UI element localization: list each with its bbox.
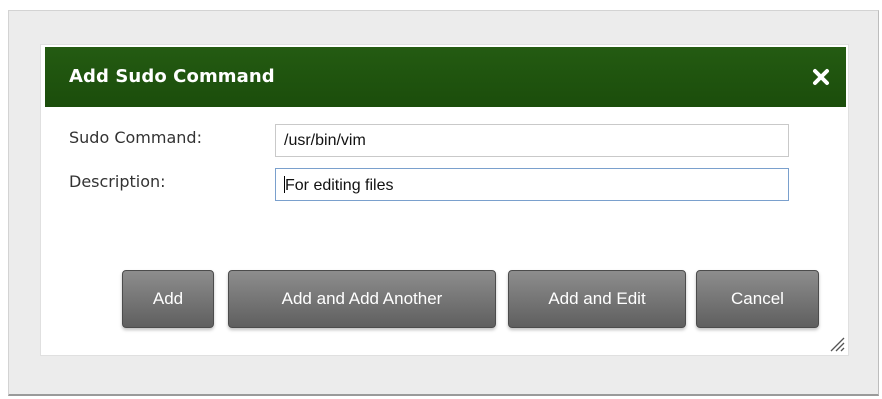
dialog-title: Add Sudo Command — [69, 66, 275, 87]
add-and-add-another-button[interactable]: Add and Add Another — [228, 270, 496, 328]
sudo-command-field[interactable]: /usr/bin/vim — [275, 124, 789, 157]
add-sudo-command-dialog: Add Sudo Command Sudo Command: /usr/bin/… — [40, 44, 849, 356]
sudo-command-label: Sudo Command: — [69, 128, 202, 147]
add-button[interactable]: Add — [122, 270, 214, 328]
cancel-button[interactable]: Cancel — [696, 270, 819, 328]
resize-grip-icon[interactable] — [828, 335, 846, 353]
add-and-edit-button[interactable]: Add and Edit — [508, 270, 686, 328]
close-icon[interactable] — [811, 67, 831, 87]
screen: Add Sudo Command Sudo Command: /usr/bin/… — [0, 0, 882, 399]
sudo-command-value: /usr/bin/vim — [284, 132, 366, 149]
description-value: For editing files — [285, 177, 394, 194]
description-field[interactable]: For editing files — [275, 168, 789, 201]
dialog-titlebar[interactable]: Add Sudo Command — [45, 47, 846, 107]
description-label: Description: — [69, 172, 166, 191]
